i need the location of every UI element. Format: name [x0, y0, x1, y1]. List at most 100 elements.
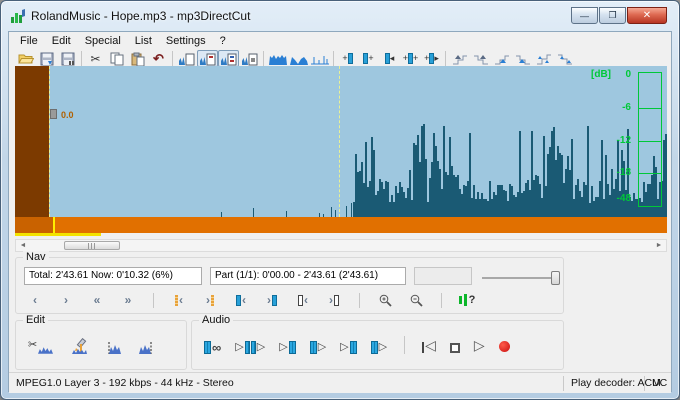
toolbar-separator — [172, 51, 173, 66]
menu-list[interactable]: List — [128, 34, 159, 48]
waveform-bars — [15, 66, 667, 217]
paste-icon[interactable] — [127, 50, 148, 67]
fade-5-icon[interactable] — [533, 50, 554, 67]
play-from-cut-in-icon[interactable]: ▷ — [310, 336, 326, 354]
auto-cue-b-icon[interactable] — [197, 50, 218, 67]
menu-help[interactable]: ? — [213, 34, 233, 48]
jump-back-button[interactable]: « — [88, 292, 106, 308]
app-icon — [10, 8, 26, 24]
menu-special[interactable]: Special — [78, 34, 128, 48]
stop-icon[interactable] — [450, 336, 460, 354]
zoom-in-icon[interactable] — [376, 292, 394, 308]
slider-thumb[interactable] — [551, 271, 560, 285]
cut-selection-icon[interactable]: ✂ — [28, 336, 53, 354]
close-button[interactable]: ✕ — [627, 7, 667, 24]
skip-to-start-icon[interactable]: ◁ — [422, 336, 436, 354]
jump-forward-button[interactable]: » — [119, 292, 137, 308]
auto-cue-a-icon[interactable] — [176, 50, 197, 67]
zoom-out-icon[interactable] — [407, 292, 425, 308]
position-bar-view-mark — [15, 233, 101, 236]
auto-cue-d-icon[interactable] — [239, 50, 260, 67]
maximize-button[interactable]: ❐ — [599, 7, 626, 24]
audio-separator — [404, 336, 405, 354]
play-icon[interactable]: ▷ — [474, 336, 485, 354]
save-icon[interactable] — [36, 50, 57, 67]
fade-3-icon[interactable] — [491, 50, 512, 67]
horizontal-scrollbar[interactable]: ◄ ► — [15, 239, 667, 252]
prev-cue-button[interactable]: ‹ — [170, 292, 188, 308]
cursor-cue-3-icon[interactable]: ◂ — [379, 50, 400, 67]
cursor-cue-5-icon[interactable]: +▸ — [421, 50, 442, 67]
frame-back-button[interactable]: ‹ — [294, 292, 312, 308]
record-icon[interactable] — [499, 336, 510, 354]
part-field[interactable]: Part (1/1): 0'00.00 - 2'43.61 (2'43.61) — [210, 267, 406, 285]
waveform-display[interactable]: 0.0 [dB] 0 -6 -12 -18 -48 — [15, 66, 667, 217]
title-bar[interactable]: RolandMusic - Hope.mp3 - mp3DirectCut — … — [1, 1, 679, 31]
play-to-cut-out-icon[interactable]: ▷ — [340, 336, 356, 354]
status-flags: UC — [645, 377, 671, 389]
open-icon[interactable] — [15, 50, 36, 67]
part-end-button[interactable]: › — [263, 292, 281, 308]
auto-cue-c-icon[interactable] — [218, 50, 239, 67]
position-bar[interactable] — [15, 217, 667, 233]
trim-left-icon[interactable] — [105, 336, 121, 354]
scrollbar-grip — [88, 243, 96, 249]
menu-bar: File Edit Special List Settings ? — [9, 32, 671, 49]
edit-cue-icon[interactable] — [71, 336, 87, 354]
meter-gridline — [639, 173, 661, 174]
db-tick-48: -48 — [605, 193, 631, 204]
audio-group-label: Audio — [199, 314, 233, 326]
frame-forward-button[interactable]: › — [325, 292, 343, 308]
speed-slider[interactable] — [482, 271, 560, 285]
nav-group: Nav Total: 2'43.61 Now: 0'10.32 (6%) Par… — [15, 257, 564, 314]
window-controls: — ❐ ✕ — [571, 7, 667, 24]
menu-file[interactable]: File — [13, 34, 45, 48]
undo-icon[interactable]: ↶ — [148, 50, 169, 67]
play-to-cut-in-icon[interactable]: ▷ — [279, 336, 295, 354]
menu-edit[interactable]: Edit — [45, 34, 78, 48]
part-start-button[interactable]: ‹ — [232, 292, 250, 308]
fade-2-icon[interactable] — [470, 50, 491, 67]
cursor-cue-1-icon[interactable]: + — [337, 50, 358, 67]
cursor-cue-2-icon[interactable]: + — [358, 50, 379, 67]
fade-1-icon[interactable] — [449, 50, 470, 67]
status-decoder: Play decoder: ACM — [564, 377, 644, 389]
step-forward-button[interactable]: › — [57, 292, 75, 308]
status-bar: MPEG1.0 Layer 3 - 192 kbps - 44 kHz - St… — [9, 372, 671, 393]
next-cue-button[interactable]: › — [201, 292, 219, 308]
position-bar-cursor[interactable] — [53, 217, 55, 233]
db-tick-6: -6 — [605, 102, 631, 113]
position-bar-selection[interactable] — [15, 217, 54, 233]
cue-marker-label: 0.0 — [61, 110, 74, 120]
copy-icon[interactable] — [106, 50, 127, 67]
play-around-cut-icon[interactable]: ▷▷ — [235, 336, 265, 354]
play-from-cut-out-icon[interactable]: ▷ — [371, 336, 387, 354]
level-check-icon[interactable]: ? — [458, 292, 476, 308]
toolbar-separator — [333, 51, 334, 66]
minimize-button[interactable]: — — [571, 7, 598, 24]
menu-settings[interactable]: Settings — [159, 34, 213, 48]
scroll-left-icon[interactable]: ◄ — [16, 240, 30, 251]
cut-icon[interactable]: ✂ — [85, 50, 106, 67]
screen: RolandMusic - Hope.mp3 - mp3DirectCut — … — [0, 0, 680, 400]
toolbar-separator — [445, 51, 446, 66]
db-tick-12: -12 — [605, 135, 631, 146]
audio-group: Audio ∞ ▷▷ ▷ ▷ ▷ ▷ ◁ ▷ — [191, 320, 564, 370]
trim-right-icon[interactable] — [139, 336, 155, 354]
scroll-right-icon[interactable]: ► — [652, 240, 666, 251]
scrollbar-thumb[interactable] — [64, 241, 120, 250]
wave-mid-icon[interactable] — [288, 50, 309, 67]
level-meter — [638, 72, 662, 207]
fade-4-icon[interactable] — [512, 50, 533, 67]
cursor-cue-4-icon[interactable]: ++ — [400, 50, 421, 67]
fade-6-icon[interactable] — [554, 50, 575, 67]
save-selection-icon[interactable] — [57, 50, 78, 67]
aux-field — [414, 267, 472, 285]
nav-buttons: ‹ › « » ‹ › ‹ › ‹ › ? — [26, 291, 476, 309]
step-back-button[interactable]: ‹ — [26, 292, 44, 308]
total-now-field[interactable]: Total: 2'43.61 Now: 0'10.32 (6%) — [24, 267, 202, 285]
wave-low-icon[interactable] — [309, 50, 330, 67]
wave-full-icon[interactable] — [267, 50, 288, 67]
loop-play-icon[interactable]: ∞ — [204, 336, 221, 354]
cue-marker-handle[interactable] — [50, 109, 57, 119]
